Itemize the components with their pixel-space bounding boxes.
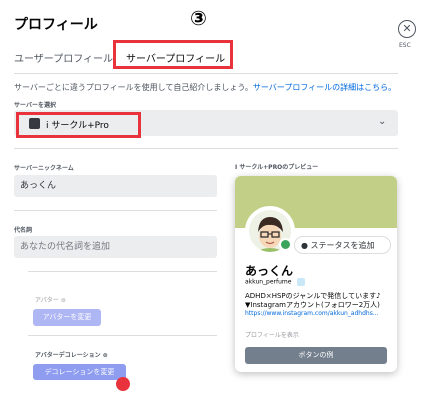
server-profile-help-link[interactable]: サーバープロフィールの詳細はこちら。 [253,83,396,92]
pronouns-label: 代名詞 [14,227,33,234]
bio-link[interactable]: https://www.instagram.com/akkun_adhdhs..… [245,310,391,317]
nitro-icon: ⊚ [102,352,108,359]
badge-icon [297,278,306,286]
avatar-label-text: アバター [35,297,59,304]
tab-user-profile[interactable]: ユーザープロフィール [14,50,113,65]
bio-line: ▼Instagramアカウント(フォロワー2万人) [245,301,380,309]
nickname-label: サーバーニックネーム [14,165,74,172]
highlight-marker [116,377,130,391]
username: akkun_perfume [245,278,292,286]
nickname-input[interactable]: あっくん [14,175,217,197]
tab-divider [14,73,398,74]
description-text: サーバーごとに違うプロフィールを使用して自己紹介しましょう。 [14,83,253,92]
bio-line: ADHD×HSPのジャンルで発信しています♪ [245,292,381,300]
page-title: プロフィール [14,17,98,33]
profile-preview-card: ● ステータスを追加 あっくん akkun_perfume ADHD×HSPのジ… [235,176,397,372]
step-marker: ③ [190,6,207,30]
divider [28,271,217,272]
server-select-label: サーバーを選択 [14,102,56,109]
add-status-label: ステータスを追加 [310,241,375,250]
nitro-icon: ⊚ [60,297,66,304]
add-status-button[interactable]: ● ステータスを追加 [294,236,391,254]
esc-label: ESC [399,42,411,49]
server-select-highlight-box [16,112,141,138]
status-icon: ● [301,241,308,250]
description: サーバーごとに違うプロフィールを使用して自己紹介しましょう。サーバープロフィール… [14,82,396,93]
decoration-label-text: アバターデコレーション [35,352,101,359]
online-status-icon [279,238,292,251]
profile-bio: ADHD×HSPのジャンルで発信しています♪ ▼Instagramアカウント(フ… [245,292,391,310]
display-name: あっくん [245,264,294,278]
close-icon: ✕ [402,22,412,35]
change-decoration-button[interactable]: デコレーションを変更 [33,364,126,380]
section-divider [14,148,398,149]
example-button[interactable]: ボタンの例 [245,347,387,364]
chevron-down-icon: ⌄ [378,116,387,127]
divider [14,210,217,211]
close-button[interactable]: ✕ [398,20,416,38]
divider [28,335,217,336]
tab-server-profile[interactable]: サーバープロフィール [126,50,225,65]
show-profile-link[interactable]: プロフィールを表示 [245,330,299,339]
preview-label: I サークル+PROのプレビュー [235,164,319,171]
change-avatar-button[interactable]: アバターを変更 [33,309,101,326]
decoration-label: アバターデコレーション ⊚ [35,350,108,359]
username-row: akkun_perfume [245,278,306,286]
pronouns-input[interactable]: あなたの代名詞を追加 [14,236,217,258]
avatar-label: アバター ⊚ [35,295,66,304]
